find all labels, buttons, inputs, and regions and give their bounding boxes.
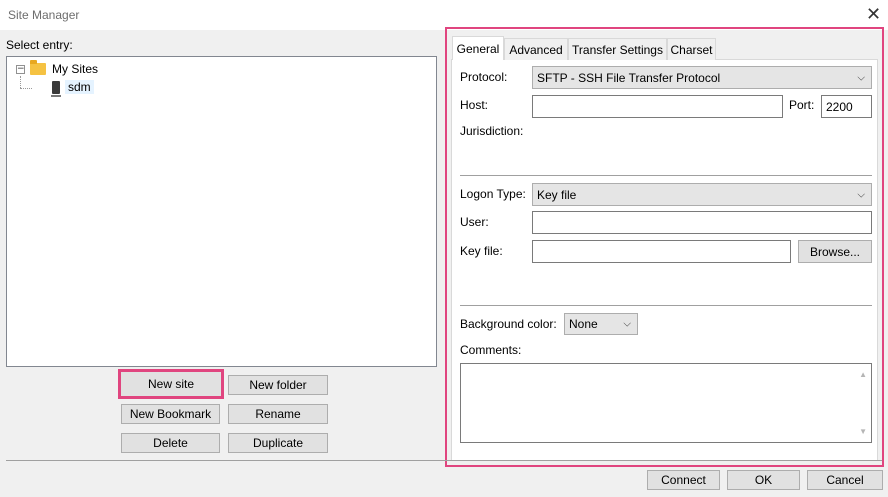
- duplicate-button[interactable]: Duplicate: [228, 433, 328, 453]
- new-bookmark-button[interactable]: New Bookmark: [121, 404, 220, 424]
- key-file-input[interactable]: [532, 240, 791, 263]
- scroll-down-icon[interactable]: ▼: [859, 427, 867, 436]
- cancel-button[interactable]: Cancel: [807, 470, 883, 490]
- rename-button[interactable]: Rename: [228, 404, 328, 424]
- logon-type-select[interactable]: Key file ⌵: [532, 183, 872, 206]
- title-bar: [0, 0, 888, 30]
- browse-button[interactable]: Browse...: [798, 240, 872, 263]
- key-file-label: Key file:: [460, 244, 503, 258]
- delete-button[interactable]: Delete: [121, 433, 220, 453]
- port-label: Port:: [789, 98, 815, 112]
- tab-general[interactable]: General: [452, 36, 504, 60]
- jurisdiction-label: Jurisdiction:: [460, 124, 524, 138]
- tree-connector: [20, 76, 21, 88]
- site-tree[interactable]: [6, 56, 437, 367]
- collapse-icon[interactable]: −: [16, 64, 25, 74]
- tree-item-label: My Sites: [52, 62, 99, 76]
- new-folder-button[interactable]: New folder: [228, 375, 328, 395]
- chevron-down-icon: ⌵: [857, 189, 865, 200]
- window-title: Site Manager: [8, 8, 80, 22]
- tree-item-label: sdm: [65, 80, 94, 94]
- logon-type-value: Key file: [537, 187, 577, 202]
- protocol-value: SFTP - SSH File Transfer Protocol: [537, 70, 721, 85]
- chevron-down-icon: ⌵: [623, 318, 631, 330]
- folder-icon: [30, 60, 46, 75]
- new-site-button[interactable]: New site: [118, 369, 224, 399]
- comments-label: Comments:: [460, 343, 522, 357]
- background-color-select[interactable]: None ⌵: [564, 313, 638, 335]
- tree-connector: [20, 88, 32, 89]
- tab-transfer-settings[interactable]: Transfer Settings: [568, 38, 667, 60]
- user-label: User:: [460, 215, 489, 229]
- protocol-select[interactable]: SFTP - SSH File Transfer Protocol ⌵: [532, 66, 872, 89]
- connect-button[interactable]: Connect: [647, 470, 720, 490]
- scroll-up-icon[interactable]: ▲: [859, 370, 867, 379]
- select-entry-label: Select entry:: [6, 38, 73, 52]
- footer-divider: [6, 460, 882, 461]
- port-input[interactable]: 2200: [821, 95, 872, 118]
- tree-item-my-sites[interactable]: − My Sites: [16, 60, 99, 77]
- close-icon[interactable]: ✕: [866, 4, 881, 24]
- host-input[interactable]: [532, 95, 783, 118]
- background-color-label: Background color:: [460, 317, 557, 331]
- ok-button[interactable]: OK: [727, 470, 800, 490]
- host-label: Host:: [460, 98, 489, 112]
- user-input[interactable]: [532, 211, 872, 234]
- logon-type-label: Logon Type:: [460, 187, 526, 201]
- tab-advanced[interactable]: Advanced: [504, 38, 568, 60]
- tab-charset[interactable]: Charset: [667, 38, 716, 60]
- divider: [460, 305, 872, 306]
- server-icon: [51, 80, 61, 97]
- tree-item-sdm[interactable]: sdm: [51, 79, 94, 97]
- comments-textarea[interactable]: ▲ ▼: [460, 363, 872, 443]
- protocol-label: Protocol:: [460, 70, 508, 84]
- background-color-value: None: [569, 317, 598, 331]
- chevron-down-icon: ⌵: [857, 72, 865, 83]
- divider: [460, 175, 872, 176]
